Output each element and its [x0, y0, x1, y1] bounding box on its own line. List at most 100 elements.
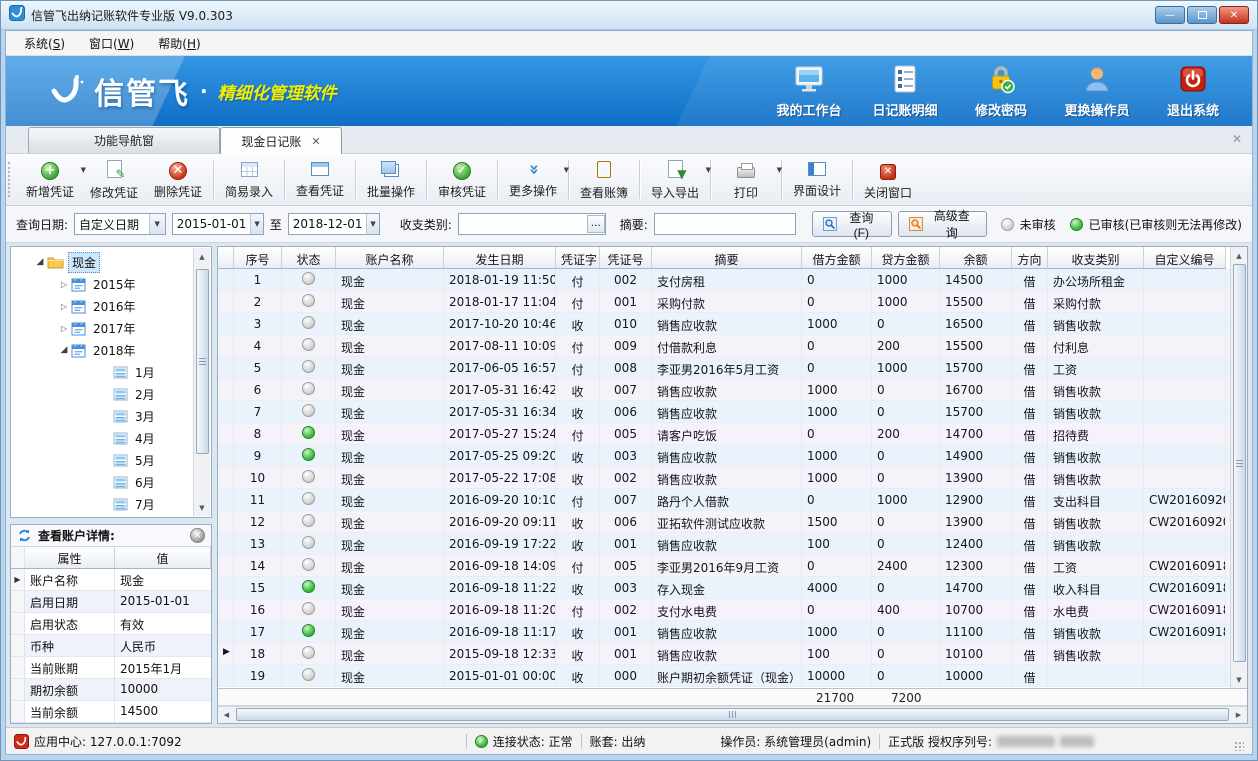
property-row[interactable]: 当前余额14500	[11, 701, 211, 723]
grid-row[interactable]: 13现金2016-09-19 17:22收001销售应收款100012400借销…	[218, 533, 1247, 555]
column-header-balance[interactable]: 余额	[940, 247, 1012, 269]
grid-row[interactable]: 17现金2016-09-18 11:17收001销售应收款1000011100借…	[218, 621, 1247, 643]
grid-row[interactable]: 15现金2016-09-18 11:22收003存入现金4000014700借收…	[218, 577, 1247, 599]
grid-horizontal-scrollbar[interactable]: ◀ ▶	[218, 706, 1247, 723]
column-header-debit[interactable]: 借方金额	[802, 247, 872, 269]
collapse-icon[interactable]: ◢	[57, 345, 71, 355]
grid-row[interactable]: 5现金2017-06-05 16:57付008李亚男2016年5月工资01000…	[218, 357, 1247, 379]
column-header-summary[interactable]: 摘要	[652, 247, 802, 269]
v-scroll-thumb[interactable]	[1233, 264, 1246, 662]
toolbar-button-import-export[interactable]: ▼导入导出▼	[643, 156, 707, 203]
scroll-up-icon[interactable]: ▲	[194, 248, 211, 265]
banner-action-journal-detail[interactable]: 日记账明细	[864, 64, 946, 119]
scroll-right-icon[interactable]: ▶	[1230, 707, 1247, 724]
tree-scroll-thumb[interactable]	[196, 269, 209, 454]
tab-close-icon[interactable]: ✕	[311, 135, 320, 148]
banner-action-change-password[interactable]: 修改密码	[960, 64, 1042, 119]
column-header-voucher-word[interactable]: 凭证字	[556, 247, 600, 269]
expand-icon[interactable]: ▷	[57, 324, 71, 333]
toolbar-grip[interactable]	[8, 162, 16, 197]
banner-action-my-workbench[interactable]: 我的工作台	[768, 64, 850, 119]
grid-row[interactable]: 7现金2017-05-31 16:34收006销售应收款1000015700借销…	[218, 401, 1247, 423]
toolbar-button-close-window[interactable]: ✕关闭窗口	[856, 156, 920, 203]
toolbar-button-ui-design[interactable]: 界面设计	[785, 156, 849, 203]
property-row[interactable]: 币种人民币	[11, 635, 211, 657]
date-from-combo[interactable]: 2015-01-01 ▼	[172, 213, 264, 235]
tree-scrollbar[interactable]: ▲ ▼	[193, 248, 210, 516]
toolbar-button-view-ledger[interactable]: 查看账簿	[572, 156, 636, 203]
refresh-icon[interactable]	[17, 528, 32, 543]
column-header-voucher-no[interactable]: 凭证号	[600, 247, 652, 269]
chevron-down-icon[interactable]: ▼	[149, 214, 165, 234]
h-scroll-thumb[interactable]	[236, 708, 1229, 721]
grid-vertical-scrollbar[interactable]: ▲ ▼	[1230, 247, 1247, 688]
toolbar-button-easy-entry[interactable]: 简易录入	[217, 156, 281, 203]
advanced-search-button[interactable]: 高级查询	[898, 211, 987, 237]
grid-row[interactable]: 6现金2017-05-31 16:42收007销售应收款1000016700借销…	[218, 379, 1247, 401]
grid-row[interactable]: 9现金2017-05-25 09:20收003销售应收款1000014900借销…	[218, 445, 1247, 467]
account-detail-close-icon[interactable]: ✕	[190, 528, 205, 543]
tree-item-year-3[interactable]: ◢2018年	[11, 339, 211, 361]
summary-input[interactable]	[654, 213, 796, 235]
toolbar-button-view-voucher[interactable]: 查看凭证	[288, 156, 352, 203]
tree-item-cash[interactable]: ◢现金	[11, 251, 211, 273]
category-picker-button[interactable]: …	[587, 215, 605, 233]
grid-row[interactable]: 11现金2016-09-20 10:10付007路丹个人借款0100012900…	[218, 489, 1247, 511]
menu-item-0[interactable]: 系统(S)	[14, 32, 75, 55]
grid-row[interactable]: ▶18现金2015-09-18 12:33收001销售应收款100010100借…	[218, 643, 1247, 665]
grid-row[interactable]: 2现金2018-01-17 11:04付001采购付款0100015500借采购…	[218, 291, 1247, 313]
column-header-account[interactable]: 账户名称	[336, 247, 444, 269]
maximize-button[interactable]	[1187, 6, 1217, 24]
tree-item-month-3[interactable]: 4月	[11, 427, 211, 449]
resize-grip[interactable]	[1234, 741, 1244, 751]
tree-item-month-4[interactable]: 5月	[11, 449, 211, 471]
banner-action-exit-system[interactable]: 退出系统	[1152, 64, 1234, 119]
grid-row[interactable]: 8现金2017-05-27 15:24付005请客户吃饭020014700借招待…	[218, 423, 1247, 445]
dropdown-arrow-icon[interactable]: ▼	[777, 166, 782, 174]
property-row[interactable]: 期初余额10000	[11, 679, 211, 701]
column-header-direction[interactable]: 方向	[1012, 247, 1048, 269]
column-header-status[interactable]: 状态	[282, 247, 336, 269]
tree-item-month-1[interactable]: 2月	[11, 383, 211, 405]
dropdown-arrow-icon[interactable]: ▼	[564, 166, 569, 174]
property-row[interactable]: ▶账户名称现金	[11, 569, 211, 591]
toolbar-button-delete-voucher[interactable]: ✕删除凭证	[146, 156, 210, 203]
date-to-combo[interactable]: 2018-12-01 ▼	[288, 213, 380, 235]
toolbar-button-print[interactable]: 打印▼	[714, 156, 778, 203]
tab-cash-journal[interactable]: 现金日记账 ✕	[220, 127, 342, 154]
column-header-date[interactable]: 发生日期	[444, 247, 556, 269]
grid-row[interactable]: 16现金2016-09-18 11:20付002支付水电费040010700借水…	[218, 599, 1247, 621]
column-header-code[interactable]: 自定义编号	[1144, 247, 1226, 269]
expand-icon[interactable]: ▷	[57, 280, 71, 289]
toolbar-button-batch-operations[interactable]: 批量操作	[359, 156, 423, 203]
property-row[interactable]: 当前账期2015年1月	[11, 657, 211, 679]
collapse-icon[interactable]: ◢	[33, 257, 47, 267]
scroll-down-icon[interactable]: ▼	[1231, 671, 1248, 688]
tree-item-month-5[interactable]: 6月	[11, 471, 211, 493]
search-button[interactable]: 查询(F)	[812, 211, 892, 237]
grid-row[interactable]: 19现金2015-01-01 00:00收000账户期初余额凭证（现金）1000…	[218, 665, 1247, 687]
chevron-down-icon[interactable]: ▼	[250, 214, 262, 234]
column-header-category[interactable]: 收支类别	[1048, 247, 1144, 269]
grid-row[interactable]: 1现金2018-01-19 11:50付002支付房租0100014500借办公…	[218, 269, 1247, 291]
grid-row[interactable]: 12现金2016-09-20 09:11收006亚拓软件测试应收款1500013…	[218, 511, 1247, 533]
scroll-left-icon[interactable]: ◀	[218, 707, 235, 724]
tree-item-year-0[interactable]: ▷2015年	[11, 273, 211, 295]
menu-item-1[interactable]: 窗口(W)	[79, 32, 144, 55]
property-row[interactable]: 启用状态有效	[11, 613, 211, 635]
toolbar-button-add-voucher[interactable]: +新增凭证▼	[18, 156, 82, 203]
grid-row[interactable]: 3现金2017-10-20 10:46收010销售应收款1000016500借销…	[218, 313, 1247, 335]
panel-close-icon[interactable]: ✕	[1232, 132, 1242, 146]
close-button[interactable]: ✕	[1219, 6, 1249, 24]
banner-action-switch-operator[interactable]: 更换操作员	[1056, 64, 1138, 119]
expand-icon[interactable]: ▷	[57, 302, 71, 311]
property-row[interactable]: 启用日期2015-01-01	[11, 591, 211, 613]
toolbar-button-more-operations[interactable]: »更多操作▼	[501, 156, 565, 203]
scroll-down-icon[interactable]: ▼	[194, 499, 211, 516]
grid-row[interactable]: 14现金2016-09-18 14:09付005李亚男2016年9月工资0240…	[218, 555, 1247, 577]
grid-row[interactable]: 4现金2017-08-11 10:09付009付借款利息020015500借付利…	[218, 335, 1247, 357]
tree-item-month-2[interactable]: 3月	[11, 405, 211, 427]
tree-item-year-1[interactable]: ▷2016年	[11, 295, 211, 317]
dropdown-arrow-icon[interactable]: ▼	[706, 166, 711, 174]
column-header-no[interactable]: 序号	[234, 247, 282, 269]
